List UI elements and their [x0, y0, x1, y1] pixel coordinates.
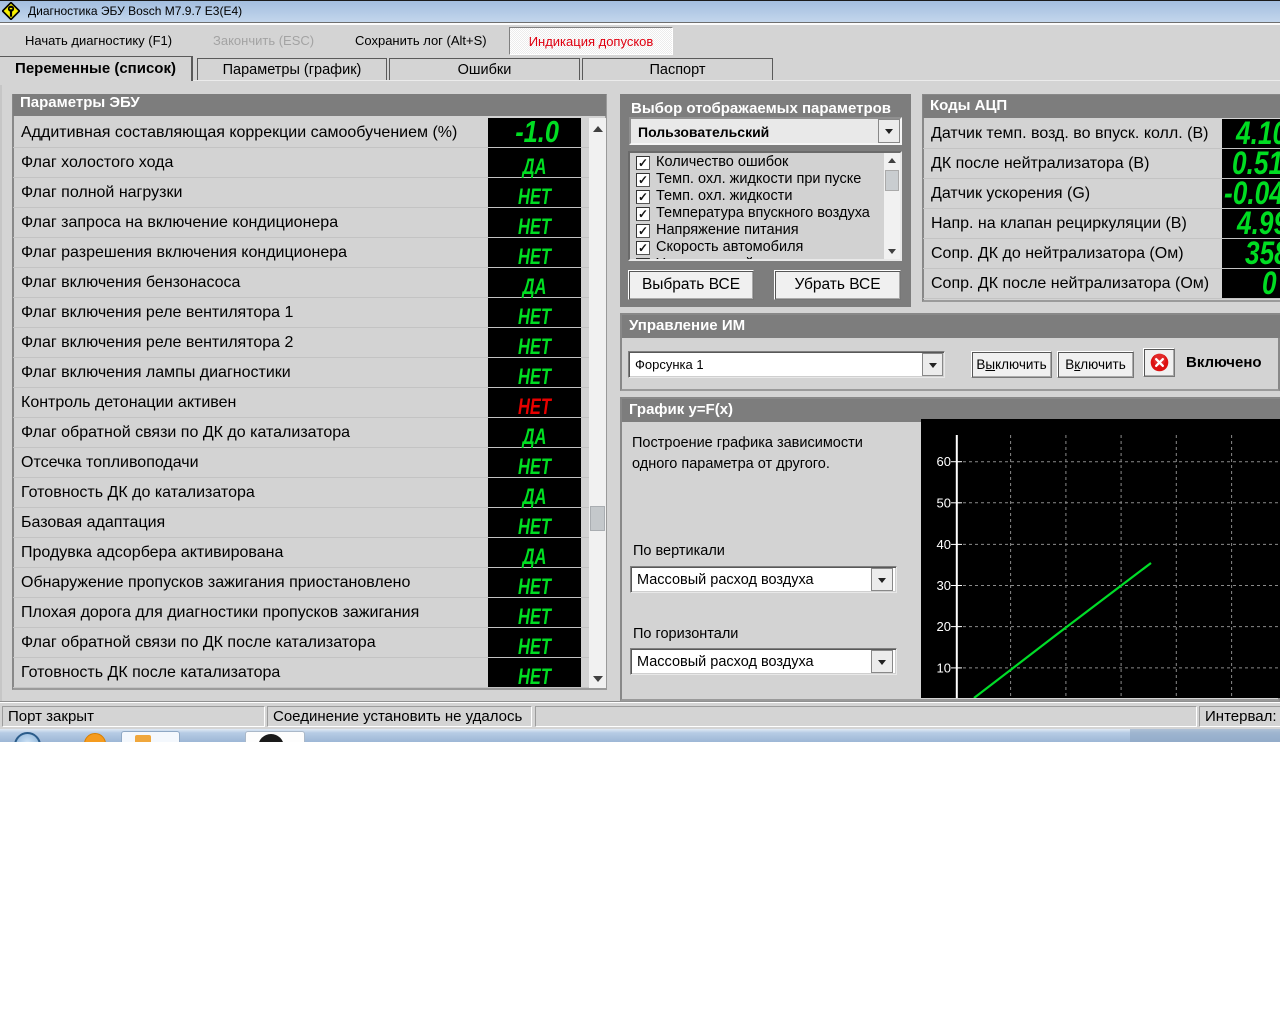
svg-text:10: 10: [937, 660, 951, 675]
svg-text:50: 50: [937, 495, 951, 510]
svg-text:40: 40: [937, 537, 951, 552]
svg-text:30: 30: [937, 578, 951, 593]
svg-text:20: 20: [937, 619, 951, 634]
svg-text:60: 60: [937, 454, 951, 469]
